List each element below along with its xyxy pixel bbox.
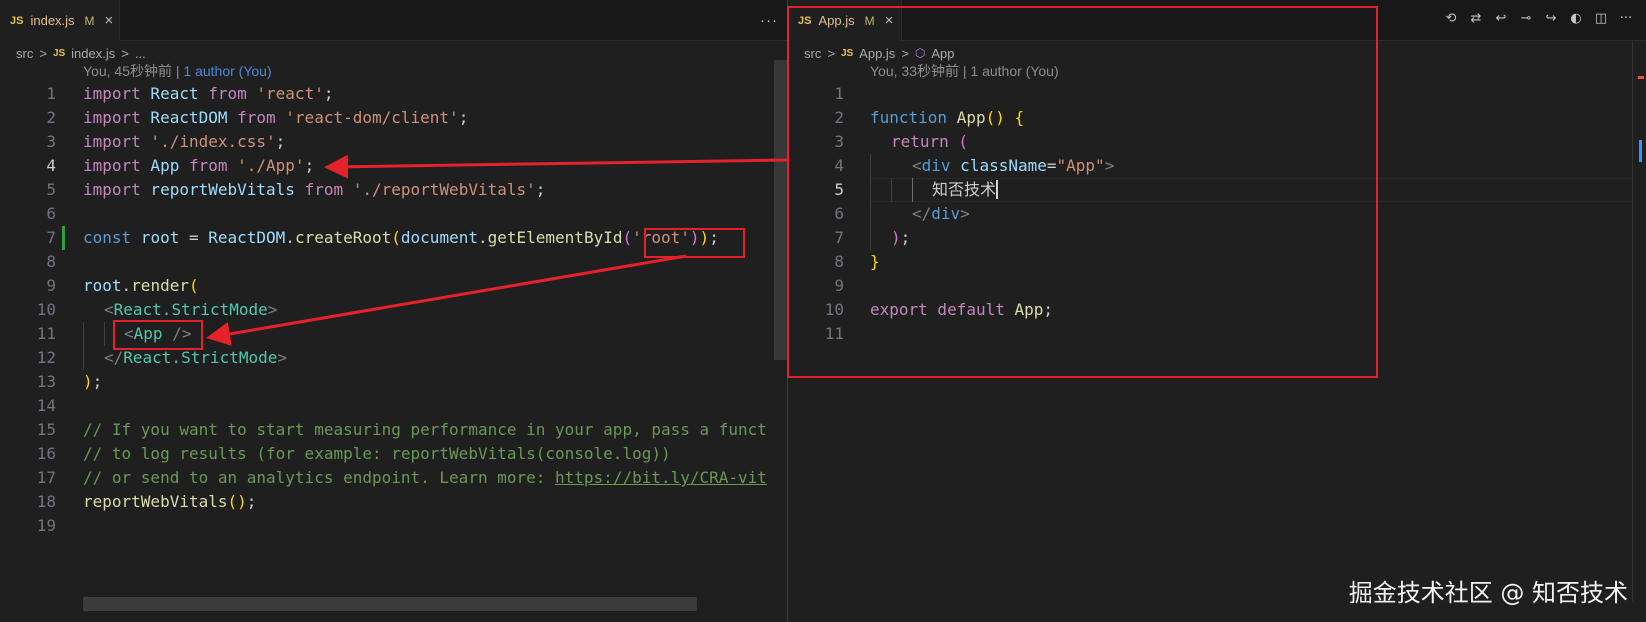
go-back-icon[interactable]: ↩ <box>1493 11 1509 27</box>
editor-toolbar: ⟲ ⇄ ↩ ⊸ ↪ ◐ ◫ ··· <box>1443 11 1634 27</box>
chevron-right-icon: > <box>121 45 129 61</box>
gitlens-icon[interactable]: ◐ <box>1568 11 1584 27</box>
chevron-right-icon: > <box>39 45 47 61</box>
line-number: 12 <box>36 348 56 367</box>
line-number: 18 <box>36 492 56 511</box>
code-line: 13); <box>0 370 788 394</box>
line-number: 2 <box>46 108 56 127</box>
code-line: 18 reportWebVitals(); <box>0 490 788 514</box>
annotation-box-app-file <box>787 6 1378 378</box>
line-number: 4 <box>46 156 56 175</box>
blame-text: You, 45秒钟前 | <box>83 63 184 79</box>
split-editor-icon[interactable]: ◫ <box>1593 11 1609 27</box>
code-line: 14 <box>0 394 788 418</box>
overview-marker-cursor <box>1639 140 1642 162</box>
code-editor-index-js[interactable]: 1 import React from 'react'; 2 import Reac… <box>0 82 788 538</box>
js-file-icon: JS <box>10 14 24 27</box>
line-number: 10 <box>36 300 56 319</box>
line-number: 13 <box>36 372 56 391</box>
code-line: 19 <box>0 514 788 538</box>
annotation-box-app-tag <box>113 320 203 350</box>
compare-changes-icon[interactable]: ⇄ <box>1468 11 1484 27</box>
line-number: 6 <box>46 204 56 223</box>
go-forward-icon[interactable]: ↪ <box>1543 11 1559 27</box>
code-line: 4 import App from './App'; <box>0 154 788 178</box>
code-line: 15// If you want to start measuring perf… <box>0 418 788 442</box>
line-number: 17 <box>36 468 56 487</box>
js-file-icon: JS <box>52 47 66 59</box>
code-line: 2 import ReactDOM from 'react-dom/client'… <box>0 106 788 130</box>
watermark: 掘金技术社区 @ 知否技术 <box>1348 579 1628 607</box>
line-number: 1 <box>46 84 56 103</box>
close-icon[interactable]: × <box>105 12 114 29</box>
code-line: 3 import './index.css'; <box>0 130 788 154</box>
overview-marker-error <box>1638 76 1644 79</box>
code-line: 5 import reportWebVitals from './reportWe… <box>0 178 788 202</box>
code-line: 9 root.render( <box>0 274 788 298</box>
annotation-box-root <box>644 228 745 258</box>
code-line: 16// to log results (for example: report… <box>0 442 788 466</box>
blame-author-link[interactable]: 1 author (You) <box>183 63 271 79</box>
modified-badge: M <box>84 13 95 28</box>
line-number: 14 <box>36 396 56 415</box>
line-number: 11 <box>36 324 56 343</box>
line-number: 9 <box>46 276 56 295</box>
history-icon[interactable]: ⟲ <box>1443 11 1459 27</box>
more-actions-icon[interactable]: ··· <box>1618 11 1634 27</box>
comment-link[interactable]: https://bit.ly/CRA-vit <box>555 468 767 487</box>
overview-ruler[interactable] <box>1632 41 1646 601</box>
line-number: 15 <box>36 420 56 439</box>
horizontal-scrollbar[interactable] <box>83 597 697 611</box>
code-line: 17// or send to an analytics endpoint. L… <box>0 466 788 490</box>
line-number: 3 <box>46 132 56 151</box>
line-number: 19 <box>36 516 56 535</box>
left-editor-group: JS index.js M × ··· src > JS index.js > … <box>0 0 788 622</box>
code-line: 10 <React.StrictMode> <box>0 298 788 322</box>
line-number: 7 <box>46 228 56 247</box>
tab-index-js[interactable]: JS index.js M × <box>0 0 120 41</box>
breadcrumb-folder[interactable]: src <box>16 46 33 61</box>
codelens-blame[interactable]: You, 45秒钟前 | 1 author (You) <box>83 61 272 81</box>
code-line: 6 <box>0 202 788 226</box>
tab-label: index.js <box>30 13 75 28</box>
vertical-scrollbar[interactable] <box>774 60 788 360</box>
commit-icon[interactable]: ⊸ <box>1518 11 1534 27</box>
line-number: 5 <box>46 180 56 199</box>
code-line: 1 import React from 'react'; <box>0 82 788 106</box>
line-number: 16 <box>36 444 56 463</box>
breadcrumb-file[interactable]: index.js <box>71 46 115 61</box>
breadcrumb-ellipsis[interactable]: ... <box>135 46 146 61</box>
left-tab-bar: JS index.js M × ··· <box>0 0 788 41</box>
more-actions-icon[interactable]: ··· <box>760 12 778 29</box>
line-number: 8 <box>46 252 56 271</box>
